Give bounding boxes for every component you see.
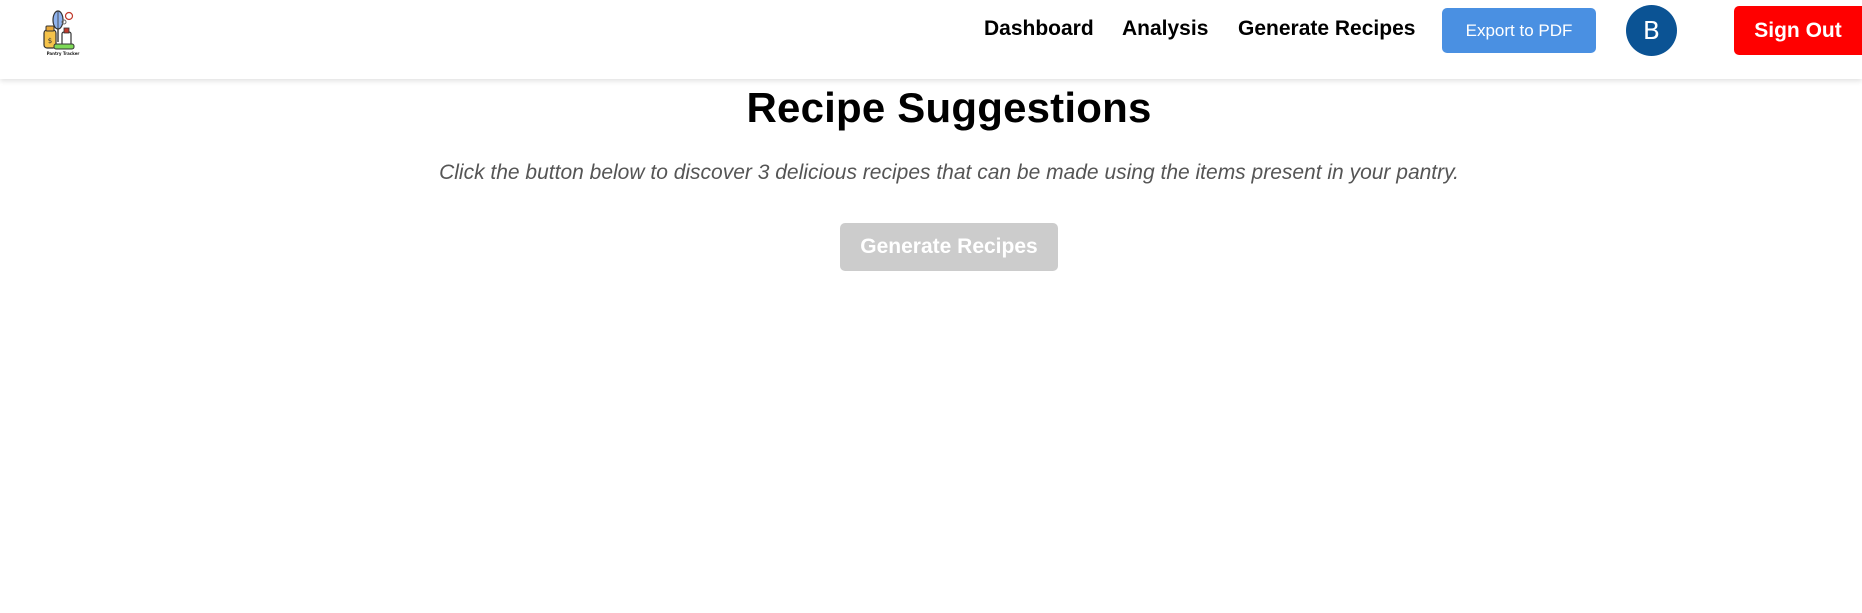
logo-caption: Pantry Tracker: [46, 51, 80, 56]
nav-link-generate-recipes[interactable]: Generate Recipes: [1238, 17, 1415, 41]
page-subtitle: Click the button below to discover 3 del…: [439, 161, 1459, 184]
nav-link-analysis[interactable]: Analysis: [1122, 17, 1208, 41]
user-avatar[interactable]: B: [1626, 5, 1677, 56]
generate-recipes-button[interactable]: Generate Recipes: [840, 223, 1058, 271]
sign-out-button[interactable]: Sign Out: [1734, 6, 1862, 55]
top-navbar: $ Pantry Tracker Dashboard Analysis Gene…: [0, 0, 1862, 79]
page-title: Recipe Suggestions: [746, 84, 1152, 131]
export-to-pdf-button[interactable]: Export to PDF: [1442, 8, 1596, 53]
nav-link-dashboard[interactable]: Dashboard: [984, 17, 1094, 41]
svg-text:$: $: [48, 37, 52, 45]
